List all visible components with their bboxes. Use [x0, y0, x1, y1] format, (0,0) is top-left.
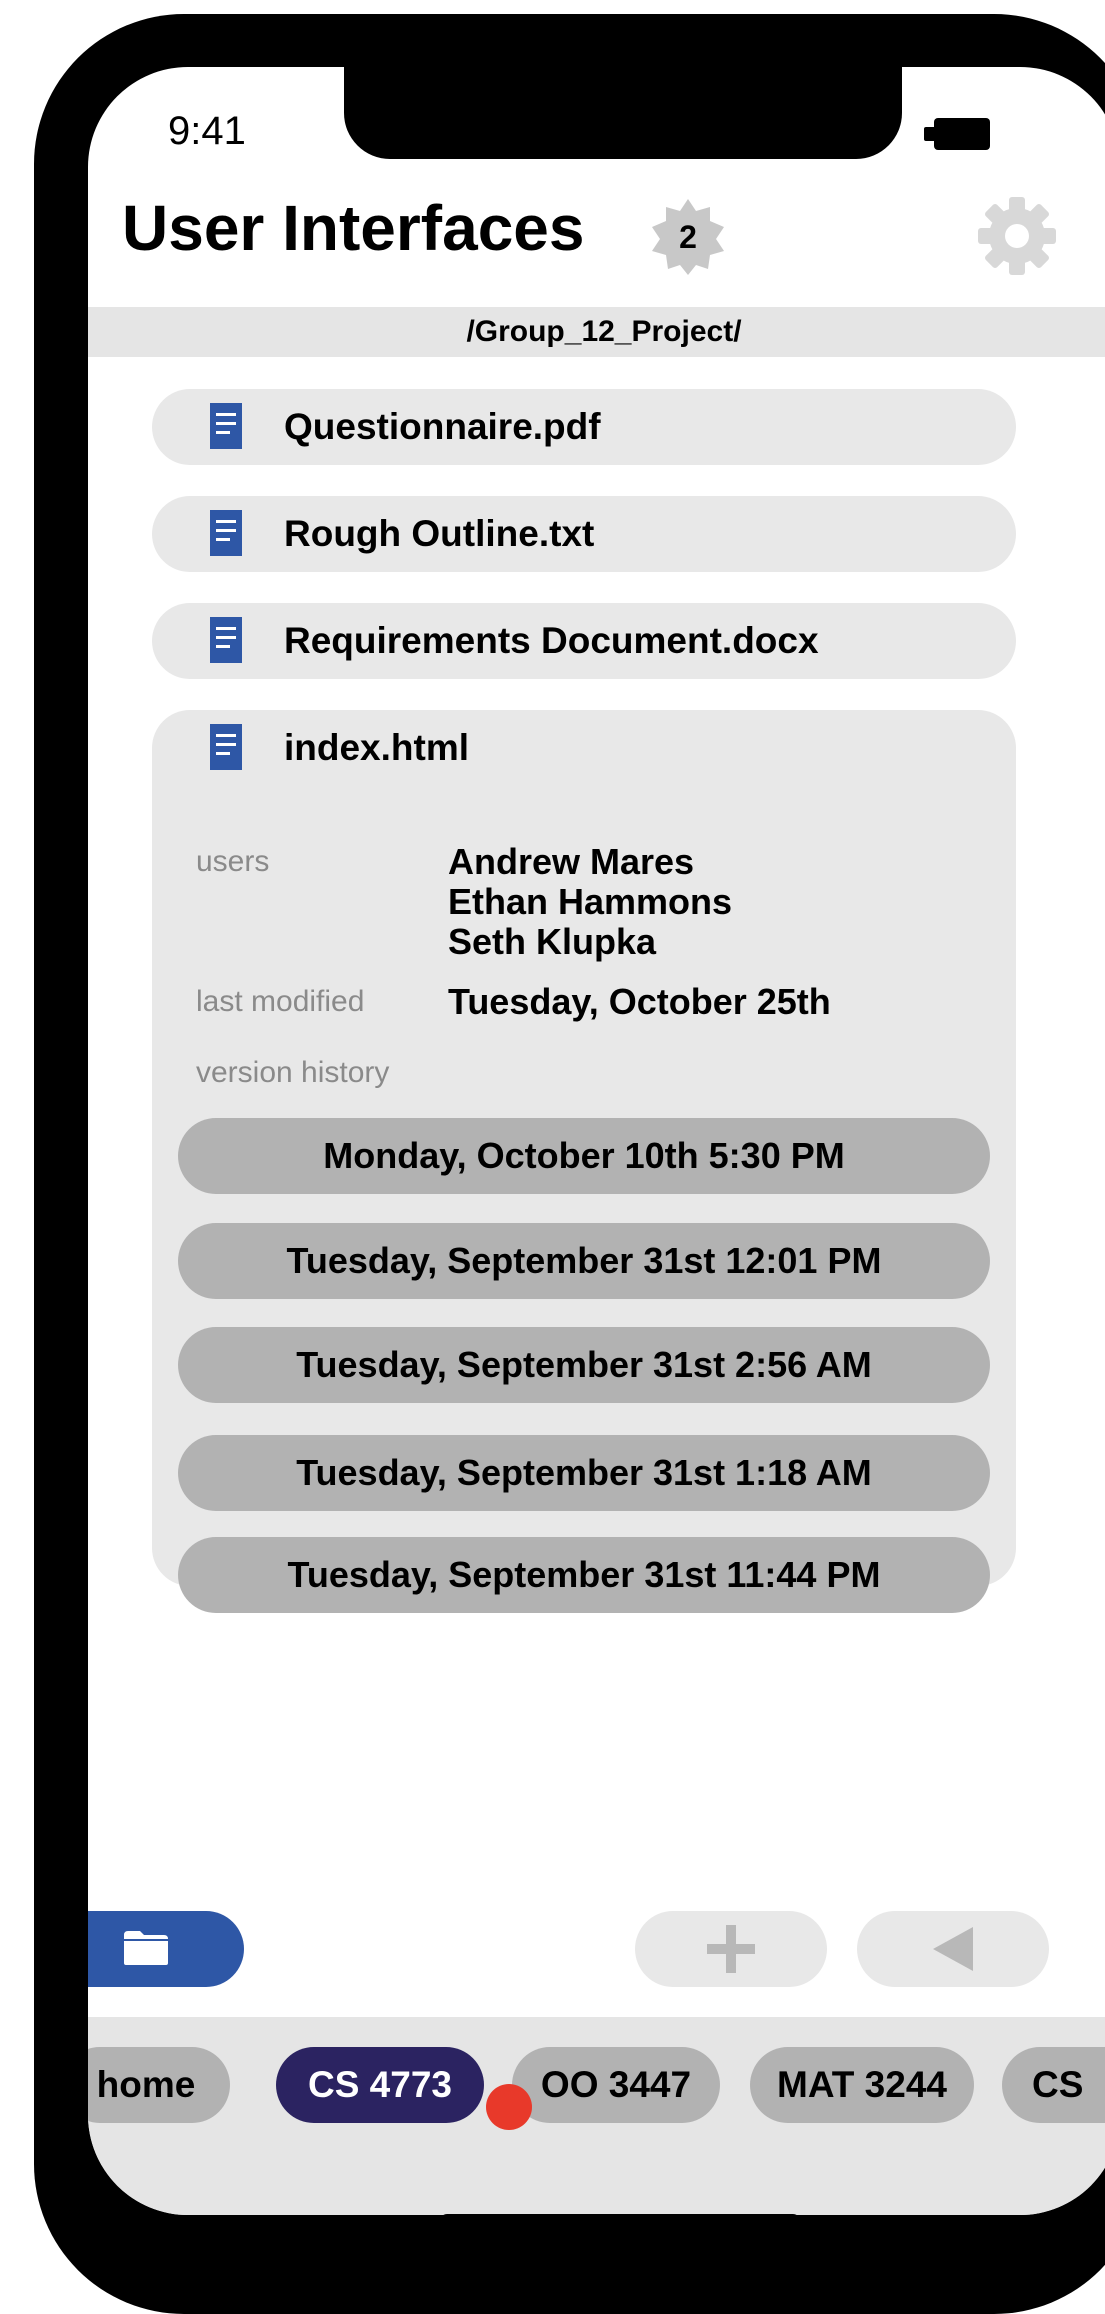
user-name: Andrew Mares: [448, 841, 695, 882]
notification-badge[interactable]: 2: [648, 197, 728, 277]
version-history-item[interactable]: Tuesday, September 31st 11:44 PM: [178, 1537, 990, 1613]
path-breadcrumb: /Group_12_Project/: [88, 307, 1105, 357]
version-history-item[interactable]: Monday, October 10th 5:30 PM: [178, 1118, 990, 1194]
document-icon: [210, 724, 242, 770]
home-indicator[interactable]: [440, 2214, 800, 2215]
screen: 9:41 User Interfaces 2 /Group_12_Project…: [88, 67, 1105, 2215]
file-row[interactable]: Requirements Document.docx: [152, 603, 1016, 679]
badge-count: 2: [679, 219, 697, 255]
page-title: User Interfaces: [122, 192, 585, 264]
back-triangle-icon: [933, 1927, 973, 1971]
add-button[interactable]: [635, 1911, 827, 1987]
last-modified-value: Tuesday, October 25th: [448, 981, 831, 1022]
document-icon: [210, 510, 242, 556]
file-name: index.html: [284, 727, 470, 768]
tab-oo-3447[interactable]: OO 3447: [512, 2047, 720, 2123]
version-history-item[interactable]: Tuesday, September 31st 12:01 PM: [178, 1223, 990, 1299]
notification-dot: [486, 2084, 532, 2130]
version-history-item[interactable]: Tuesday, September 31st 1:18 AM: [178, 1435, 990, 1511]
status-time: 9:41: [168, 109, 246, 153]
folder-icon: [124, 1931, 168, 1965]
folder-button[interactable]: [88, 1911, 244, 1987]
document-icon: [210, 403, 242, 449]
course-tab-bar: home CS 4773 OO 3447 MAT 3244 CS: [88, 2017, 1105, 2215]
user-name: Ethan Hammons: [448, 881, 733, 922]
tab-home[interactable]: home: [88, 2047, 230, 2123]
tab-mat-3244[interactable]: MAT 3244: [750, 2047, 974, 2123]
last-modified-label: last modified: [196, 985, 365, 1018]
file-name: Rough Outline.txt: [284, 513, 595, 554]
version-history-item[interactable]: Tuesday, September 31st 2:56 AM: [178, 1327, 990, 1403]
tab-cs[interactable]: CS: [1002, 2047, 1105, 2123]
phone-frame: 9:41 User Interfaces 2 /Group_12_Project…: [34, 14, 1105, 2314]
tab-cs-4773[interactable]: CS 4773: [276, 2047, 484, 2123]
gear-icon[interactable]: [976, 195, 1058, 277]
users-label: users: [196, 845, 270, 878]
file-name: Questionnaire.pdf: [284, 406, 601, 447]
file-row[interactable]: Questionnaire.pdf: [152, 389, 1016, 465]
file-row[interactable]: Rough Outline.txt: [152, 496, 1016, 572]
file-name: Requirements Document.docx: [284, 620, 819, 661]
notch: [344, 67, 902, 159]
version-history-label: version history: [196, 1056, 390, 1089]
document-icon: [210, 617, 242, 663]
expanded-file-card[interactable]: index.html users Andrew Mares Ethan Hamm…: [152, 710, 1016, 1613]
back-button[interactable]: [857, 1911, 1049, 1987]
battery-icon: [934, 118, 990, 150]
user-name: Seth Klupka: [448, 921, 657, 962]
plus-icon: [707, 1925, 755, 1973]
